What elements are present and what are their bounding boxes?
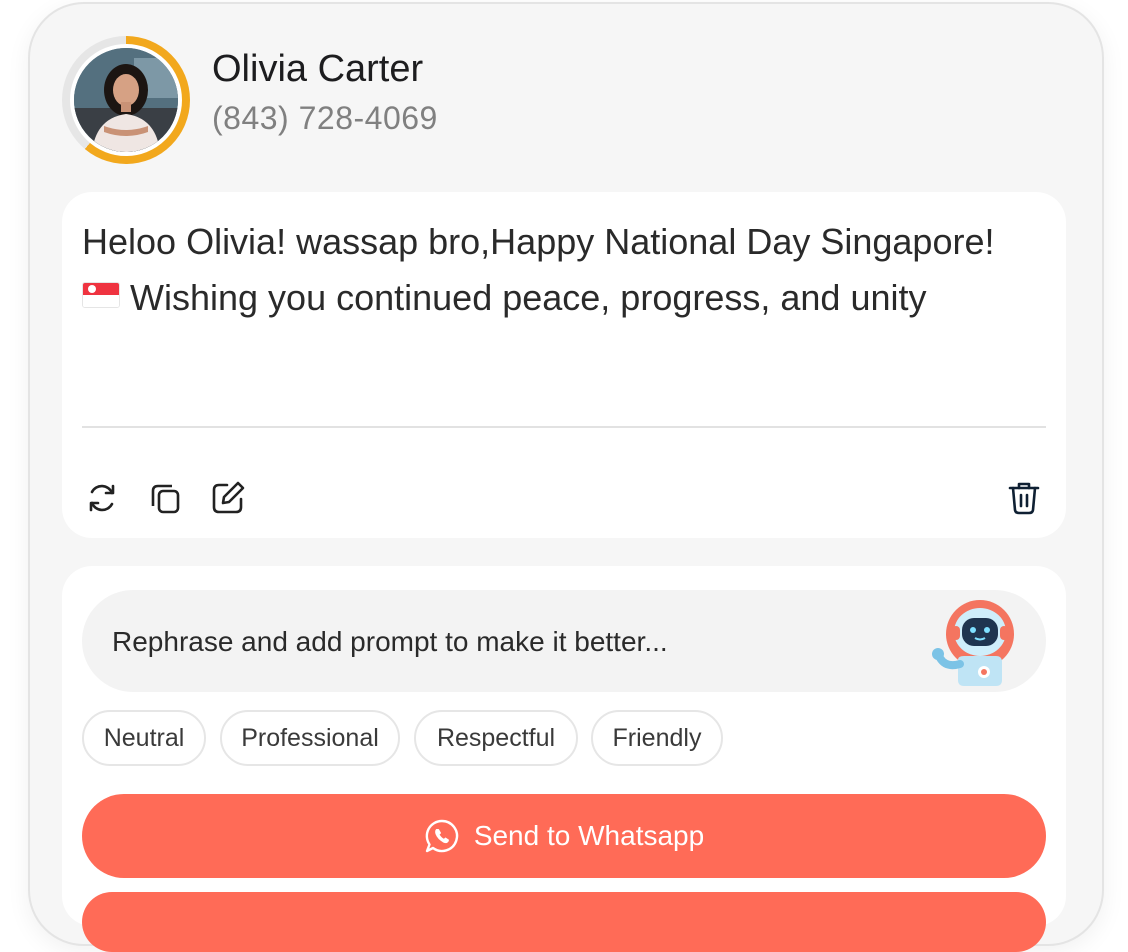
trash-icon[interactable] <box>1004 478 1044 518</box>
profile-photo <box>70 44 182 156</box>
contact-phone: (843) 728-4069 <box>212 100 438 136</box>
prompt-box[interactable] <box>82 590 1046 692</box>
edit-icon[interactable] <box>208 478 248 518</box>
tone-chip-professional[interactable]: Professional <box>220 710 400 766</box>
message-text[interactable]: Heloo Olivia! wassap bro,Happy National … <box>82 214 1022 326</box>
singapore-flag-icon <box>82 282 120 308</box>
assistant-card: Neutral Professional Respectful Friendly… <box>62 566 1066 952</box>
avatar[interactable] <box>62 36 190 164</box>
prompt-input[interactable] <box>110 616 894 668</box>
secondary-button[interactable] <box>82 892 1046 952</box>
message-text-part-2: Wishing you continued peace, progress, a… <box>120 277 927 318</box>
whatsapp-icon <box>425 819 458 853</box>
refresh-icon[interactable] <box>82 478 122 518</box>
message-text-part-1: Heloo Olivia! wassap bro,Happy National … <box>82 221 995 262</box>
message-card: Heloo Olivia! wassap bro,Happy National … <box>62 192 1066 538</box>
divider <box>82 426 1046 428</box>
send-to-whatsapp-button[interactable]: Send to Whatsapp <box>82 794 1046 878</box>
tone-chip-friendly[interactable]: Friendly <box>591 710 723 766</box>
profile-photo-illustration <box>74 48 178 152</box>
copy-icon[interactable] <box>146 478 186 518</box>
tone-chip-respectful[interactable]: Respectful <box>414 710 578 766</box>
tone-chip-neutral[interactable]: Neutral <box>82 710 206 766</box>
robot-assistant-icon[interactable] <box>918 598 1026 688</box>
contact-name: Olivia Carter <box>212 48 424 90</box>
send-button-label: Send to Whatsapp <box>473 820 705 851</box>
